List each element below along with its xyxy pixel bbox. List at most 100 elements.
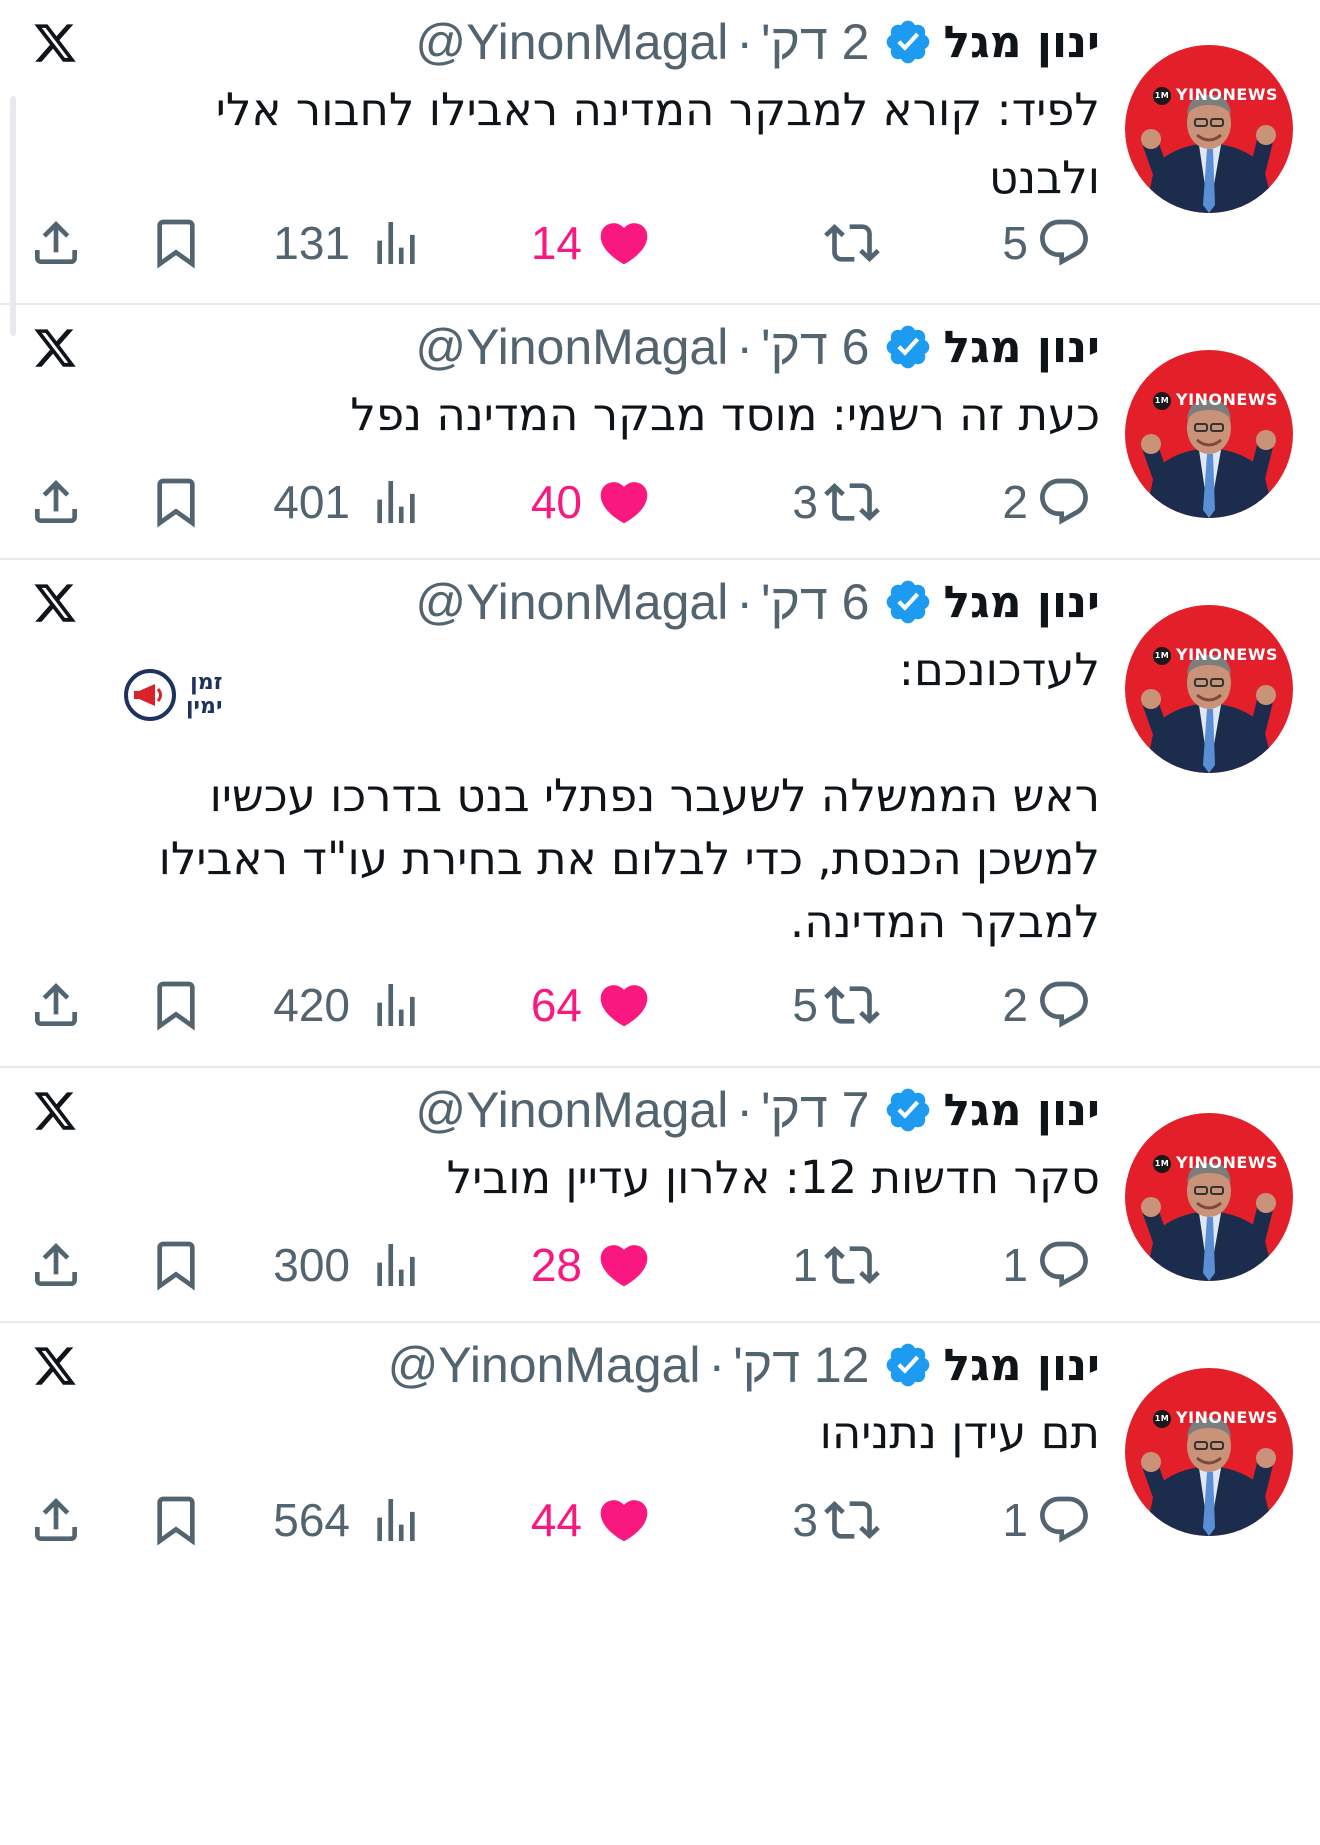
retweet-button[interactable]: 3 [792, 467, 880, 537]
tweet-meta: @YinonMagal · 6 דק' [415, 573, 869, 631]
retweet-button[interactable] [818, 208, 880, 278]
retweet-button[interactable]: 5 [792, 970, 880, 1040]
views-button[interactable]: 300 [273, 1230, 424, 1300]
views-icon [368, 1492, 424, 1548]
like-icon [596, 977, 652, 1033]
like-icon [596, 1492, 652, 1548]
avatar[interactable]: 1M YINONEWS [1125, 45, 1293, 213]
bookmark-button[interactable] [148, 1485, 204, 1555]
retweets-count: 3 [792, 476, 818, 528]
share-button[interactable] [28, 1230, 84, 1300]
bookmark-icon [148, 215, 204, 271]
tweet-time[interactable]: 6 דק' [761, 318, 869, 376]
author-name[interactable]: ינון מגל [943, 17, 1100, 68]
reply-button[interactable]: 2 [1002, 467, 1092, 537]
share-button[interactable] [28, 208, 84, 278]
zman-yamin-line1: זמן [190, 670, 223, 695]
author-handle[interactable]: @YinonMagal [415, 318, 728, 376]
tweet-time[interactable]: 2 דק' [761, 13, 869, 71]
share-icon [28, 215, 84, 271]
bookmark-button[interactable] [148, 1230, 204, 1300]
avatar-brand-text: YINONEWS [1176, 1153, 1279, 1172]
tweet-text-line: למבקר המדינה. [789, 895, 1100, 948]
author-name[interactable]: ינון מגל [943, 577, 1100, 628]
tweet[interactable]: 1M YINONEWS ינון מגל @YinonMagal · 6 דק' לעדכו… [0, 560, 1320, 1068]
reply-button[interactable]: 5 [1002, 208, 1092, 278]
views-button[interactable]: 564 [273, 1485, 424, 1555]
tweet-meta: @YinonMagal · 7 דק' [415, 1081, 869, 1139]
views-button[interactable]: 401 [273, 467, 424, 537]
retweet-icon [824, 474, 880, 530]
avatar[interactable]: 1M YINONEWS [1125, 605, 1293, 773]
bookmark-button[interactable] [148, 970, 204, 1040]
retweet-button[interactable]: 3 [792, 1485, 880, 1555]
avatar-brand: 1M YINONEWS [1153, 390, 1278, 410]
like-button[interactable]: 14 [531, 208, 652, 278]
zman-yamin-line2: ימין [186, 694, 223, 719]
like-icon [596, 1237, 652, 1293]
retweet-icon [824, 1492, 880, 1548]
tweet-text-line: תם עידן נתניהו [819, 1406, 1100, 1459]
share-button[interactable] [28, 467, 84, 537]
bookmark-icon [148, 1237, 204, 1293]
author-name[interactable]: ינון מגל [943, 322, 1100, 373]
x-logo-icon [30, 1088, 80, 1134]
tweet-time[interactable]: 12 דק' [733, 1336, 869, 1394]
tweet-time[interactable]: 7 דק' [761, 1081, 869, 1139]
reply-button[interactable]: 1 [1002, 1230, 1092, 1300]
author-name[interactable]: ינון מגל [943, 1340, 1100, 1391]
avatar-brand: 1M YINONEWS [1153, 85, 1278, 105]
tweet-actions: 2 3 40 401 [0, 467, 1320, 537]
tweet-header: ינון מגל @YinonMagal · 6 דק' [415, 317, 1100, 377]
avatar-brand: 1M YINONEWS [1153, 1153, 1278, 1173]
reply-icon [1036, 215, 1092, 271]
likes-count: 44 [530, 1494, 582, 1546]
meta-separator: · [736, 1082, 753, 1138]
like-button[interactable]: 44 [531, 1485, 652, 1555]
x-logo-icon [30, 580, 80, 626]
likes-count: 28 [530, 1239, 582, 1291]
author-handle[interactable]: @YinonMagal [415, 1081, 728, 1139]
views-count: 401 [273, 476, 350, 528]
reply-icon [1036, 474, 1092, 530]
replies-count: 5 [1002, 217, 1028, 269]
avatar-photo [1125, 605, 1293, 773]
bookmark-button[interactable] [148, 467, 204, 537]
bookmark-button[interactable] [148, 208, 204, 278]
tweet[interactable]: 1M YINONEWS ינון מגל @YinonMagal · 2 דק' לפיד:… [0, 0, 1320, 336]
avatar-brand-text: YINONEWS [1176, 1408, 1279, 1427]
tweet-time[interactable]: 6 דק' [761, 573, 869, 631]
retweets-count: 1 [792, 1239, 818, 1291]
tweet-header: ינון מגל @YinonMagal · 6 דק' [415, 572, 1100, 632]
tweet-text-line: לפיד: קורא למבקר המדינה ראבילו לחבור אלי [215, 83, 1100, 136]
views-count: 300 [273, 1239, 350, 1291]
tweet[interactable]: 1M YINONEWS ינון מגל @YinonMagal · 12 דק' תם ע… [0, 1323, 1320, 1578]
tweet-actions: 1 1 28 300 [0, 1230, 1320, 1300]
views-button[interactable]: 131 [273, 208, 424, 278]
views-button[interactable]: 420 [273, 970, 424, 1040]
share-button[interactable] [28, 1485, 84, 1555]
author-name[interactable]: ינון מגל [943, 1085, 1100, 1136]
like-button[interactable]: 40 [531, 467, 652, 537]
tweet[interactable]: 1M YINONEWS ינון מגל @YinonMagal · 7 דק' סקר ח… [0, 1068, 1320, 1323]
reply-button[interactable]: 2 [1002, 970, 1092, 1040]
share-button[interactable] [28, 970, 84, 1040]
avatar-brand-text: YINONEWS [1176, 390, 1279, 409]
retweet-button[interactable]: 1 [792, 1230, 880, 1300]
views-icon [368, 977, 424, 1033]
author-handle[interactable]: @YinonMagal [415, 573, 728, 631]
like-button[interactable]: 28 [531, 1230, 652, 1300]
retweets-count: 3 [792, 1494, 818, 1546]
likes-count: 14 [530, 217, 582, 269]
share-icon [28, 474, 84, 530]
verified-icon [883, 322, 933, 372]
like-button[interactable]: 64 [531, 970, 652, 1040]
author-handle[interactable]: @YinonMagal [415, 13, 728, 71]
tweet[interactable]: 1M YINONEWS ינון מגל @YinonMagal · 6 דק' כעת ז… [0, 305, 1320, 560]
author-handle[interactable]: @YinonMagal [388, 1336, 701, 1394]
reply-button[interactable]: 1 [1002, 1485, 1092, 1555]
x-logo-icon [30, 325, 80, 371]
meta-separator: · [708, 1337, 726, 1393]
bookmark-icon [148, 1492, 204, 1548]
tweet-meta: @YinonMagal · 12 דק' [388, 1336, 870, 1394]
